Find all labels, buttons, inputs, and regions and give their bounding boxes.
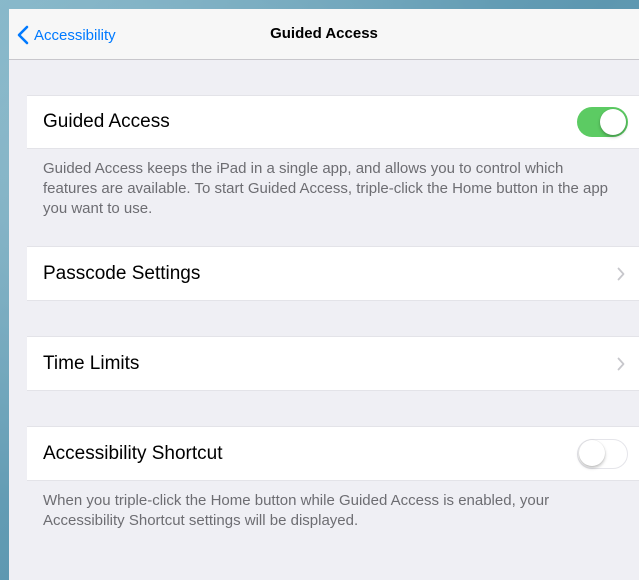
accessibility-shortcut-row: Accessibility Shortcut xyxy=(27,426,639,481)
navigation-bar: Accessibility Guided Access xyxy=(9,9,639,60)
passcode-settings-label: Passcode Settings xyxy=(43,262,201,284)
chevron-right-icon xyxy=(617,267,625,286)
accessibility-shortcut-toggle[interactable] xyxy=(577,438,628,469)
passcode-settings-row[interactable]: Passcode Settings xyxy=(27,246,639,301)
settings-screen: Accessibility Guided Access Guided Acces… xyxy=(9,9,639,580)
guided-access-toggle[interactable] xyxy=(577,107,628,137)
accessibility-shortcut-label: Accessibility Shortcut xyxy=(43,442,223,464)
guided-access-row: Guided Access xyxy=(27,95,639,149)
page-title: Guided Access xyxy=(270,25,378,42)
time-limits-label: Time Limits xyxy=(43,352,140,374)
time-limits-row[interactable]: Time Limits xyxy=(27,336,639,391)
toggle-knob xyxy=(600,109,626,135)
guided-access-label: Guided Access xyxy=(43,111,170,132)
guided-access-footer: Guided Access keeps the iPad in a single… xyxy=(43,160,609,217)
accessibility-shortcut-footer: When you triple-click the Home button wh… xyxy=(43,492,550,529)
toggle-knob xyxy=(578,440,605,466)
chevron-right-icon xyxy=(617,357,625,376)
